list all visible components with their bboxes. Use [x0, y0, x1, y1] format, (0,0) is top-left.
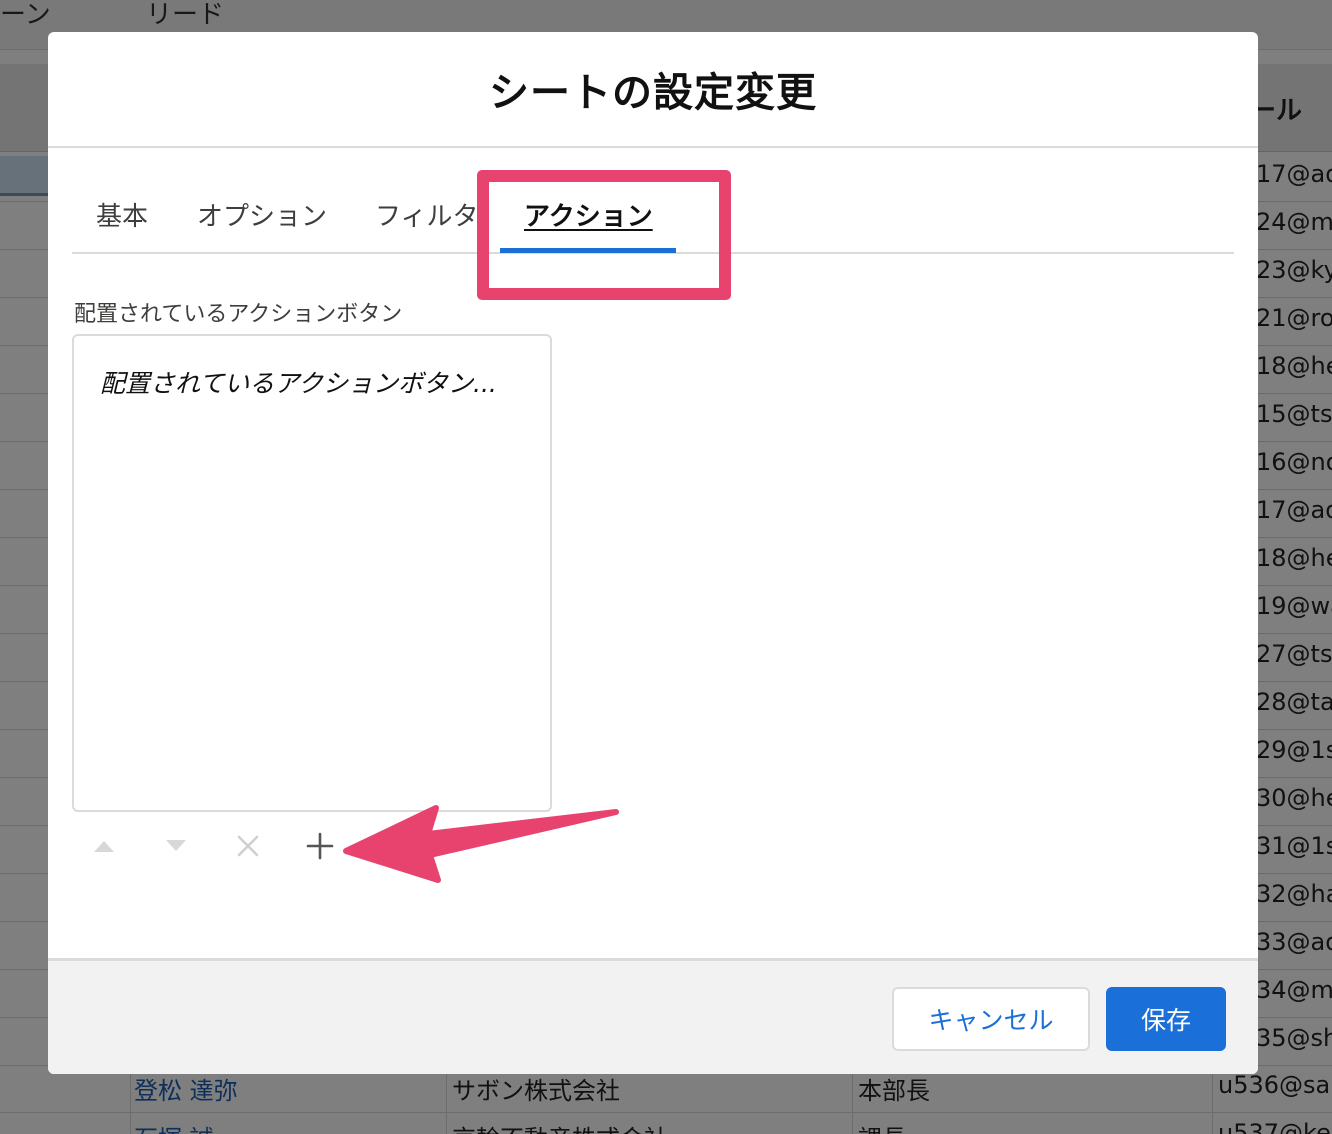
- modal-footer: キャンセル 保存: [48, 958, 1258, 1074]
- action-buttons-listbox[interactable]: 配置されているアクションボタン...: [72, 334, 552, 812]
- add-button[interactable]: [302, 828, 338, 864]
- move-up-button[interactable]: [86, 828, 122, 864]
- tab-filter[interactable]: フィルタ: [375, 196, 478, 233]
- move-down-button[interactable]: [158, 828, 194, 864]
- remove-icon: [237, 835, 259, 857]
- add-icon: [306, 832, 334, 860]
- move-up-icon: [94, 841, 114, 852]
- tab-basic[interactable]: 基本: [96, 196, 148, 233]
- save-button[interactable]: 保存: [1106, 987, 1226, 1051]
- cancel-button[interactable]: キャンセル: [892, 987, 1090, 1051]
- action-buttons-label: 配置されているアクションボタン: [74, 302, 403, 327]
- listbox-controls: [84, 828, 364, 864]
- tab-options[interactable]: オプション: [197, 196, 327, 233]
- remove-button[interactable]: [230, 828, 266, 864]
- listbox-placeholder: 配置されているアクションボタン...: [100, 369, 497, 398]
- tab-bar: 基本 オプション フィルタ アクション: [72, 182, 1234, 254]
- modal-header: シートの設定変更: [48, 32, 1258, 148]
- sheet-settings-modal: シートの設定変更 基本 オプション フィルタ アクション 配置されているアクショ…: [48, 32, 1258, 1074]
- active-tab-indicator: [500, 248, 676, 253]
- move-down-icon: [166, 840, 186, 851]
- tab-actions[interactable]: アクション: [524, 196, 653, 233]
- modal-title: シートの設定変更: [489, 70, 817, 116]
